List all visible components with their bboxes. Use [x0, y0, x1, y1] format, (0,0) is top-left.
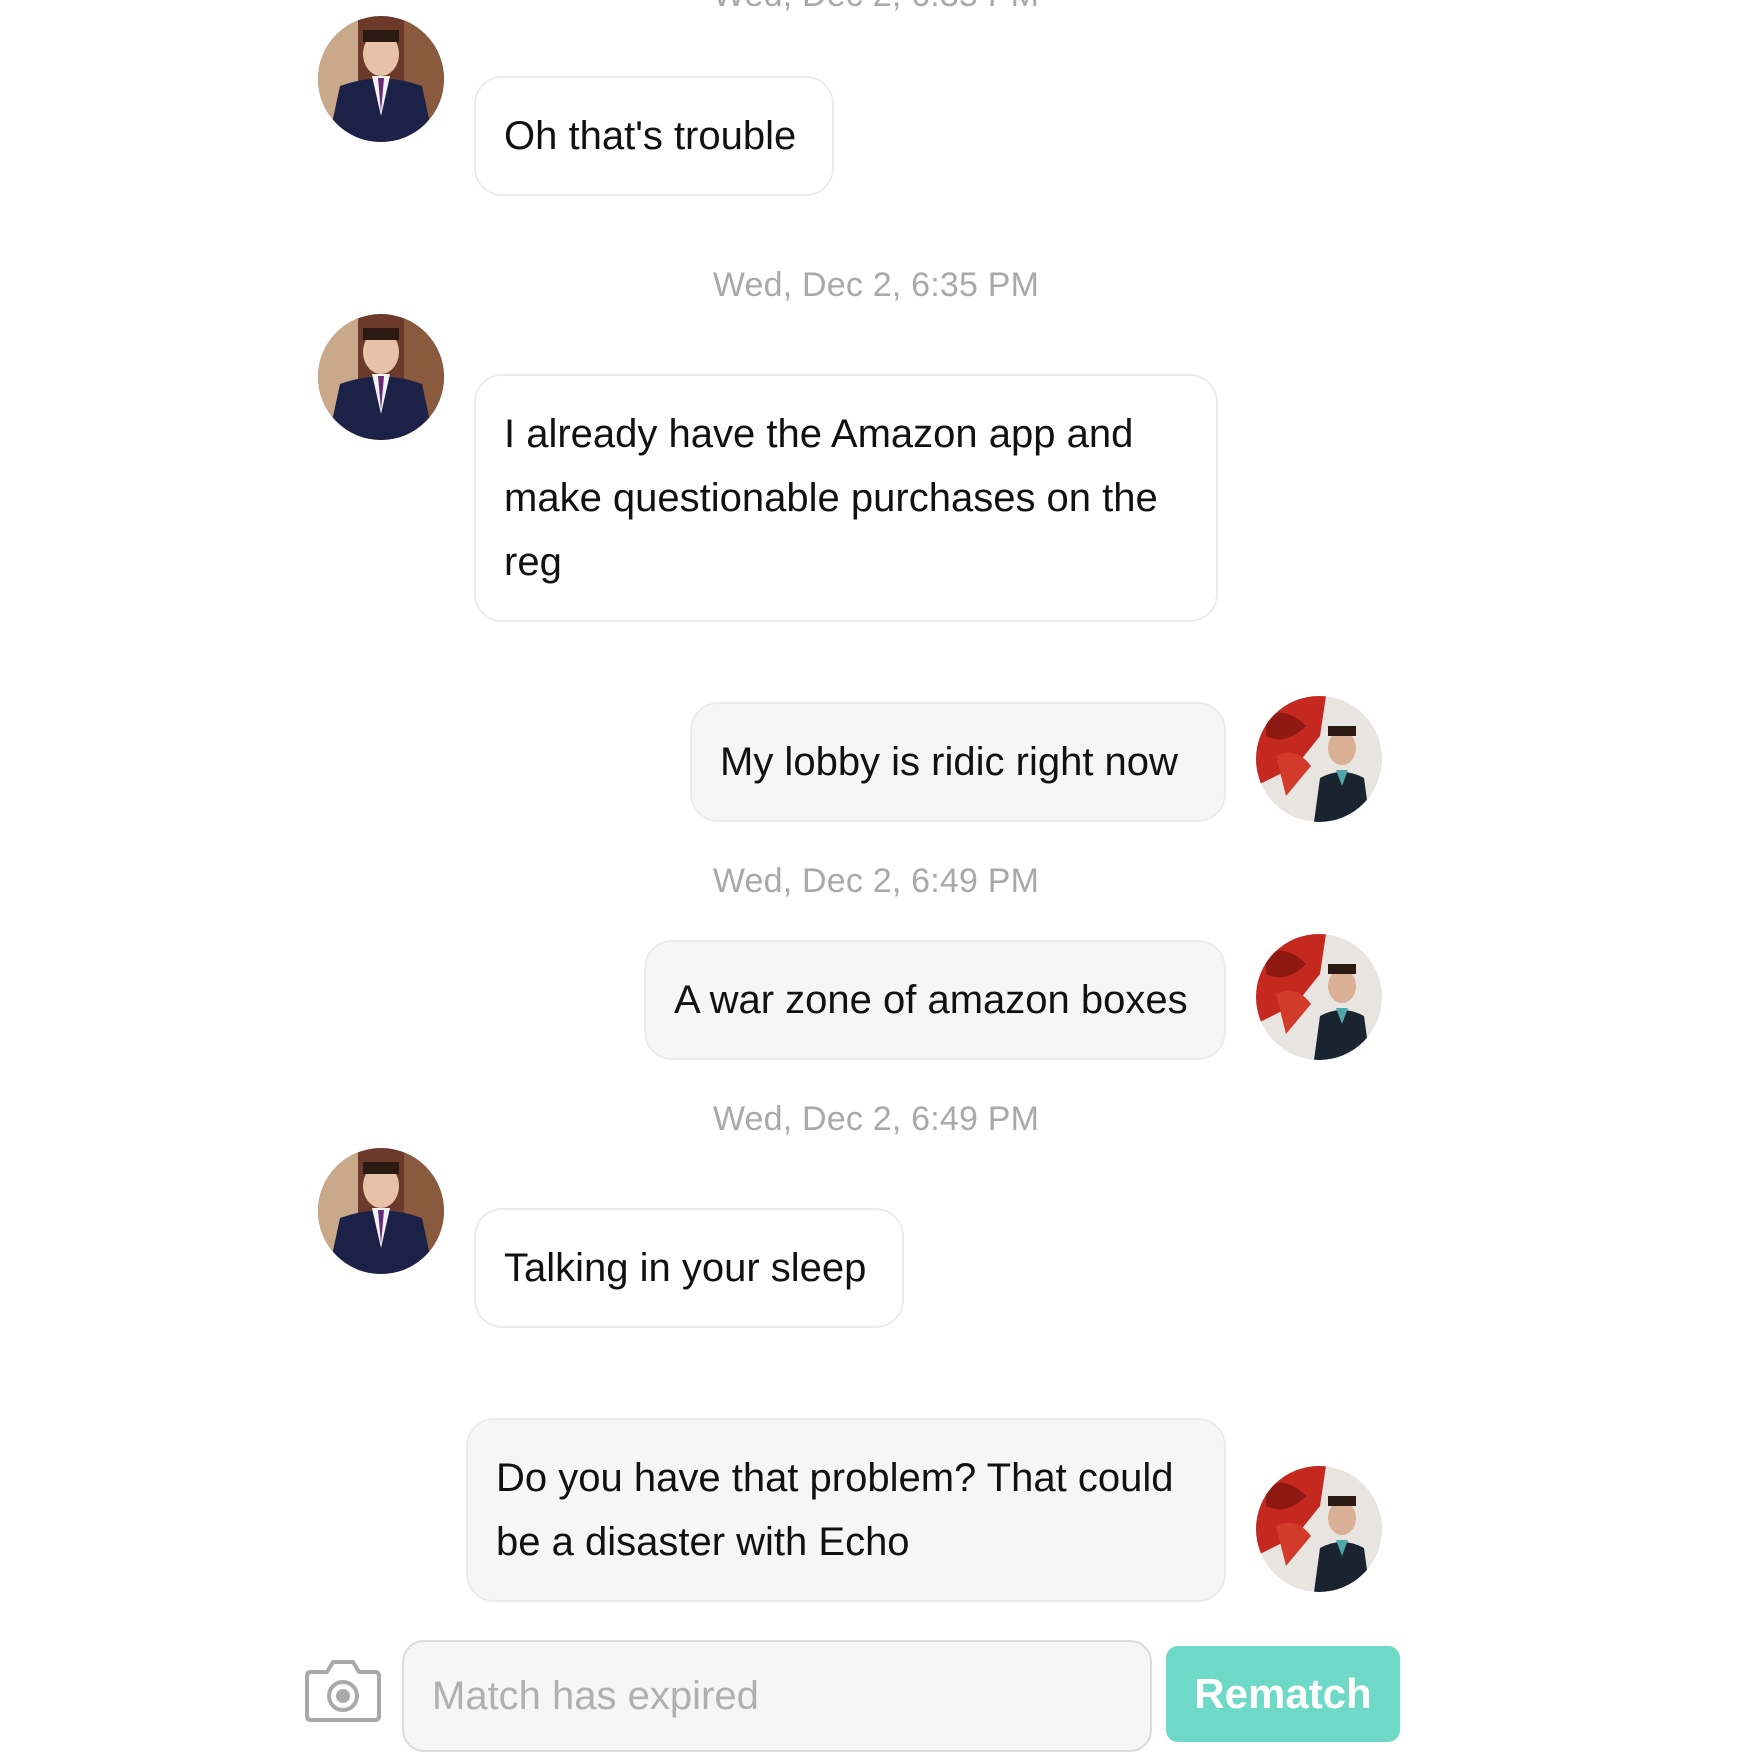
message-timestamp: Wed, Dec 2, 6:49 PM: [712, 862, 1040, 900]
message-timestamp: Wed, Dec 2, 6:35 PM: [0, 0, 1752, 15]
message-input[interactable]: Match has expired: [402, 1640, 1152, 1752]
message-bubble-received: I already have the Amazon app and make q…: [474, 374, 1218, 622]
message-bubble-sent: Do you have that problem? That could be …: [466, 1418, 1226, 1602]
match-avatar[interactable]: [318, 314, 444, 440]
camera-icon[interactable]: [305, 1658, 381, 1722]
my-avatar: [1256, 1466, 1382, 1592]
message-bubble-received: Talking in your sleep: [474, 1208, 904, 1328]
message-timestamp: Wed, Dec 2, 6:49 PM: [712, 1100, 1040, 1138]
match-avatar[interactable]: [318, 16, 444, 142]
my-avatar: [1256, 696, 1382, 822]
message-timestamp: Wed, Dec 2, 6:35 PM: [712, 266, 1040, 304]
my-avatar: [1256, 934, 1382, 1060]
message-input-placeholder: Match has expired: [432, 1673, 759, 1718]
match-avatar[interactable]: [318, 1148, 444, 1274]
message-bubble-sent: A war zone of amazon boxes: [644, 940, 1226, 1060]
message-bubble-received: Oh that's trouble: [474, 76, 834, 196]
rematch-button[interactable]: Rematch: [1166, 1646, 1400, 1742]
message-bubble-sent: My lobby is ridic right now: [690, 702, 1226, 822]
